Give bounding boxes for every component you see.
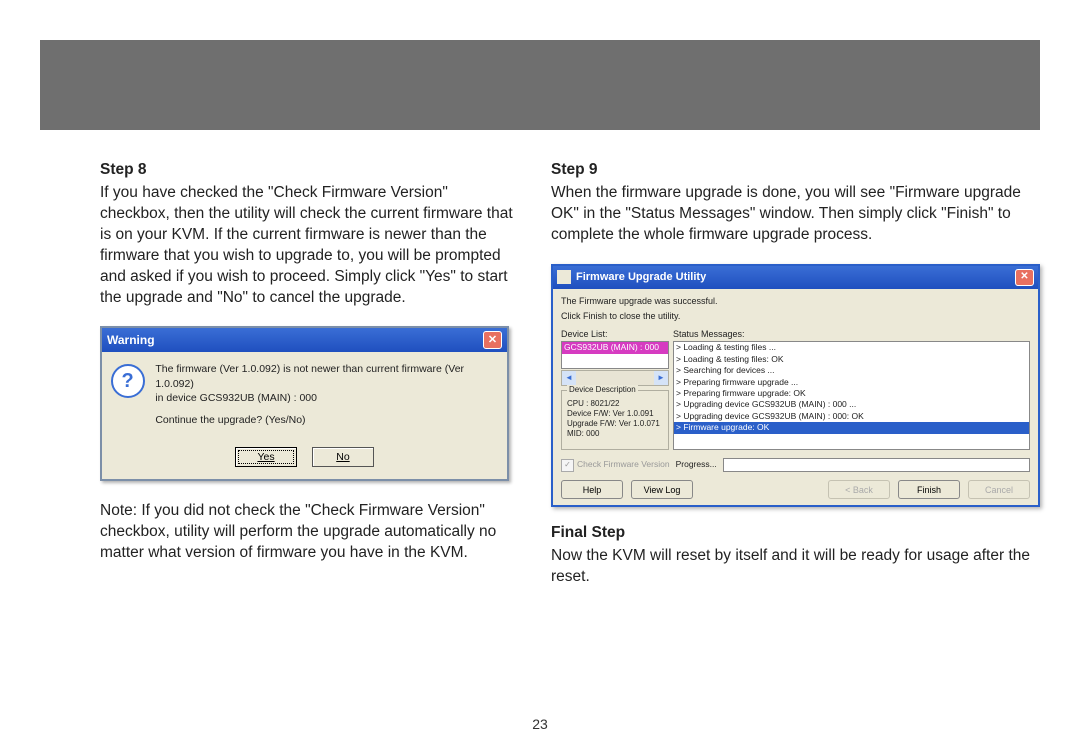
final-step-heading: Final Step: [551, 523, 1040, 544]
progress-label: Progress...: [676, 459, 717, 470]
checkbox-icon: ✓: [561, 459, 574, 472]
no-button[interactable]: No: [312, 447, 374, 467]
status-line: > Upgrading device GCS932UB (MAIN) : 000…: [674, 411, 1029, 422]
warning-line1: The firmware (Ver 1.0.092) is not newer …: [155, 363, 464, 389]
scroll-left-icon[interactable]: ◄: [562, 371, 576, 385]
status-line: > Preparing firmware upgrade ...: [674, 377, 1029, 388]
progress-bar: [723, 458, 1030, 472]
back-button: < Back: [828, 480, 890, 499]
step9-heading: Step 9: [551, 160, 1040, 181]
app-icon: [557, 270, 571, 284]
status-line: > Upgrading device GCS932UB (MAIN) : 000…: [674, 399, 1029, 410]
cancel-button: Cancel: [968, 480, 1030, 499]
question-icon: ?: [111, 364, 145, 398]
warning-title: Warning: [107, 332, 155, 348]
desc-line: MID: 000: [567, 429, 663, 439]
fuu-success-msg: The Firmware upgrade was successful.: [561, 295, 1030, 307]
check-firmware-version-checkbox: ✓ Check Firmware Version: [561, 459, 670, 472]
status-messages-listbox[interactable]: > Loading & testing files ... > Loading …: [673, 341, 1030, 450]
close-icon[interactable]: ✕: [483, 331, 502, 349]
step9-body: When the firmware upgrade is done, you w…: [551, 183, 1040, 246]
check-firmware-label: Check Firmware Version: [577, 459, 670, 470]
status-line: > Loading & testing files: OK: [674, 354, 1029, 365]
finish-button[interactable]: Finish: [898, 480, 960, 499]
status-line: > Searching for devices ...: [674, 365, 1029, 376]
header-band: [40, 40, 1040, 130]
device-description-legend: Device Description: [567, 385, 638, 395]
warning-dialog: Warning ✕ ? The firmware (Ver 1.0.092) i…: [100, 326, 509, 481]
device-list-hscroll[interactable]: ◄ ►: [561, 370, 669, 386]
help-button[interactable]: Help: [561, 480, 623, 499]
right-column: Step 9 When the firmware upgrade is done…: [551, 160, 1040, 712]
yes-button[interactable]: Yes: [235, 447, 297, 467]
left-column: Step 8 If you have checked the "Check Fi…: [100, 160, 521, 712]
fuu-title: Firmware Upgrade Utility: [576, 270, 706, 285]
desc-line: CPU : 8021/22: [567, 399, 663, 409]
status-line: > Preparing firmware upgrade: OK: [674, 388, 1029, 399]
step8-heading: Step 8: [100, 160, 521, 181]
warning-line3: Continue the upgrade? (Yes/No): [155, 413, 499, 427]
status-line-highlighted: > Firmware upgrade: OK: [674, 422, 1029, 433]
content-columns: Step 8 If you have checked the "Check Fi…: [100, 160, 1040, 712]
step8-note: Note: If you did not check the "Check Fi…: [100, 501, 521, 564]
device-list-item[interactable]: GCS932UB (MAIN) : 000: [562, 342, 668, 353]
final-step-body: Now the KVM will reset by itself and it …: [551, 546, 1040, 588]
fuu-instruction-msg: Click Finish to close the utility.: [561, 310, 1030, 322]
page-number: 23: [0, 716, 1080, 732]
fuu-titlebar: Firmware Upgrade Utility ✕: [553, 266, 1038, 289]
view-log-button[interactable]: View Log: [631, 480, 693, 499]
desc-line: Device F/W: Ver 1.0.091: [567, 409, 663, 419]
desc-line: Upgrade F/W: Ver 1.0.071: [567, 419, 663, 429]
scroll-right-icon[interactable]: ►: [654, 371, 668, 385]
step8-body: If you have checked the "Check Firmware …: [100, 183, 521, 309]
firmware-upgrade-utility-window: Firmware Upgrade Utility ✕ The Firmware …: [551, 264, 1040, 507]
device-description-group: Device Description CPU : 8021/22 Device …: [561, 390, 669, 450]
close-icon[interactable]: ✕: [1015, 269, 1034, 286]
warning-titlebar: Warning ✕: [102, 328, 507, 352]
status-messages-label: Status Messages:: [673, 328, 1030, 340]
device-listbox[interactable]: GCS932UB (MAIN) : 000: [561, 341, 669, 369]
status-line: > Loading & testing files ...: [674, 342, 1029, 353]
warning-text: The firmware (Ver 1.0.092) is not newer …: [155, 362, 499, 435]
device-list-label: Device List:: [561, 328, 669, 340]
warning-line2: in device GCS932UB (MAIN) : 000: [155, 392, 317, 404]
